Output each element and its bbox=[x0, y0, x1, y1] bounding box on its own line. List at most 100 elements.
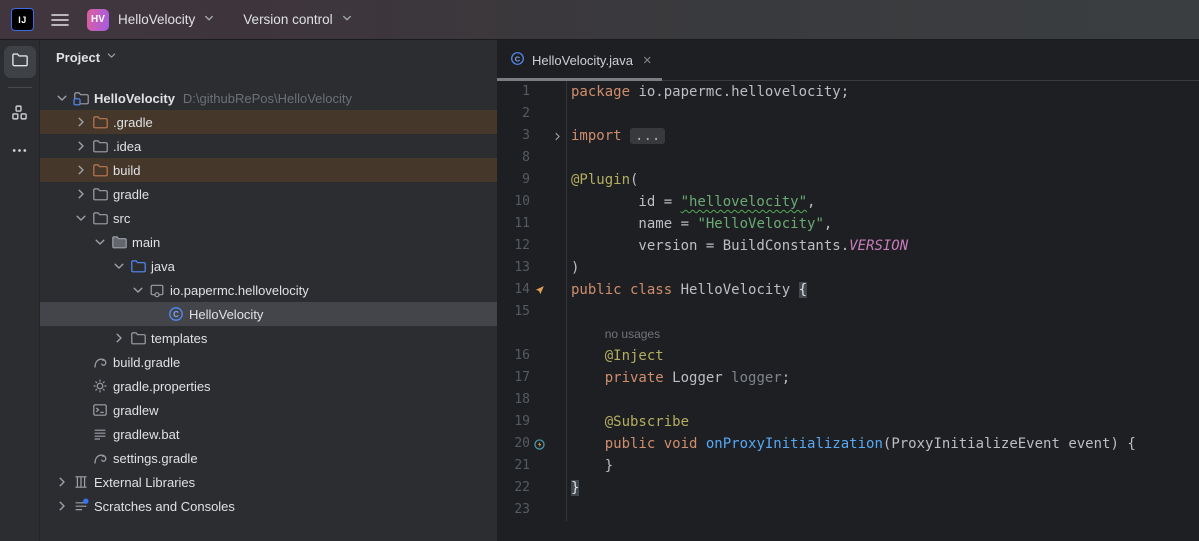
folder-main-icon bbox=[110, 234, 128, 250]
plugin-gutter-icon[interactable] bbox=[530, 279, 549, 301]
gutter-icon-spacer bbox=[530, 213, 549, 235]
code-line-11[interactable]: 11 name = "HelloVelocity", bbox=[497, 213, 1199, 235]
project-selector-button[interactable]: HelloVelocity bbox=[118, 11, 216, 28]
line-number[interactable]: 13 bbox=[497, 257, 530, 279]
code-line-14[interactable]: 14public class HelloVelocity { bbox=[497, 279, 1199, 301]
tree-item-gradle-properties[interactable]: gradle.properties bbox=[40, 374, 497, 398]
tree-item-idea[interactable]: .idea bbox=[40, 134, 497, 158]
tree-item-java[interactable]: java bbox=[40, 254, 497, 278]
code-token: io.papermc.hellovelocity; bbox=[630, 84, 849, 100]
code-line-18[interactable]: 18 bbox=[497, 389, 1199, 411]
close-icon[interactable]: × bbox=[643, 53, 652, 68]
chevron-right-icon[interactable] bbox=[52, 498, 72, 514]
gutter-icon-spacer bbox=[530, 257, 549, 279]
tree-item-path: D:\githubRePos\HelloVelocity bbox=[183, 91, 352, 106]
line-number[interactable]: 18 bbox=[497, 389, 530, 411]
line-number[interactable]: 23 bbox=[497, 499, 530, 521]
code-line-9[interactable]: 9@Plugin( bbox=[497, 169, 1199, 191]
line-number[interactable]: 20 bbox=[497, 433, 530, 455]
code-line-22[interactable]: 22} bbox=[497, 477, 1199, 499]
tree-item-gradlew[interactable]: gradlew bbox=[40, 398, 497, 422]
code-line-10[interactable]: 10 id = "hellovelocity", bbox=[497, 191, 1199, 213]
tree-item-gradle[interactable]: .gradle bbox=[40, 110, 497, 134]
tree-item-build[interactable]: build bbox=[40, 158, 497, 182]
code-line-8[interactable]: 8 bbox=[497, 147, 1199, 169]
editor-gutter: 11 bbox=[497, 213, 567, 235]
project-badge[interactable]: HV bbox=[87, 9, 109, 31]
chevron-down-icon[interactable] bbox=[71, 210, 91, 226]
more-tool-windows-button[interactable] bbox=[4, 137, 36, 169]
chevron-right-icon[interactable] bbox=[71, 114, 91, 130]
editor-tab[interactable]: C HelloVelocity.java × bbox=[497, 40, 662, 80]
gear-icon bbox=[91, 378, 109, 394]
line-number[interactable]: 16 bbox=[497, 345, 530, 367]
code-line-19[interactable]: 19 @Subscribe bbox=[497, 411, 1199, 433]
code-line-23[interactable]: 23 bbox=[497, 499, 1199, 521]
tree-item-hellovelocity[interactable]: CHelloVelocity bbox=[40, 302, 497, 326]
chevron-down-icon[interactable] bbox=[52, 90, 72, 106]
project-toolwindow-button[interactable] bbox=[4, 46, 36, 78]
tree-item-templates[interactable]: templates bbox=[40, 326, 497, 350]
line-number[interactable]: 9 bbox=[497, 169, 530, 191]
code-line-15[interactable]: 15 bbox=[497, 301, 1199, 323]
package-icon bbox=[148, 282, 166, 298]
line-number[interactable]: 14 bbox=[497, 279, 530, 301]
tree-item-io-papermc-hellovelocity[interactable]: io.papermc.hellovelocity bbox=[40, 278, 497, 302]
structure-toolwindow-button[interactable] bbox=[4, 99, 36, 131]
line-number[interactable]: 21 bbox=[497, 455, 530, 477]
textfile-icon bbox=[91, 426, 109, 442]
tree-item-hellovelocity[interactable]: HelloVelocityD:\githubRePos\HelloVelocit… bbox=[40, 86, 497, 110]
line-number[interactable]: 1 bbox=[497, 81, 530, 103]
chevron-down-icon[interactable] bbox=[128, 282, 148, 298]
line-number[interactable]: 10 bbox=[497, 191, 530, 213]
code-editor[interactable]: 1package io.papermc.hellovelocity;23impo… bbox=[497, 81, 1199, 521]
line-number[interactable]: 3 bbox=[497, 125, 530, 147]
tree-item-build-gradle[interactable]: build.gradle bbox=[40, 350, 497, 374]
line-number[interactable]: 15 bbox=[497, 301, 530, 323]
tree-item-settings-gradle[interactable]: settings.gradle bbox=[40, 446, 497, 470]
code-token: import bbox=[571, 128, 622, 144]
tree-item-gradle[interactable]: gradle bbox=[40, 182, 497, 206]
line-number[interactable]: 8 bbox=[497, 147, 530, 169]
chevron-right-icon[interactable] bbox=[109, 330, 129, 346]
fold-arrow-icon[interactable] bbox=[549, 125, 566, 147]
chevron-right-icon[interactable] bbox=[71, 162, 91, 178]
code-line-20[interactable]: 20 public void onProxyInitialization(Pro… bbox=[497, 433, 1199, 455]
fold-spacer bbox=[549, 213, 566, 235]
code-line-3[interactable]: 3import ... bbox=[497, 125, 1199, 147]
version-control-menu[interactable]: Version control bbox=[243, 11, 353, 28]
intellij-logo-icon[interactable]: IJ bbox=[11, 8, 34, 31]
code-token: id = bbox=[571, 194, 681, 210]
code-line-text bbox=[567, 301, 571, 323]
line-number[interactable]: 17 bbox=[497, 367, 530, 389]
project-panel-header[interactable]: Project bbox=[40, 40, 497, 74]
code-line-13[interactable]: 13) bbox=[497, 257, 1199, 279]
line-number[interactable] bbox=[497, 323, 530, 345]
code-inlay-line[interactable]: no usages bbox=[497, 323, 1199, 345]
line-number[interactable]: 19 bbox=[497, 411, 530, 433]
line-number[interactable]: 11 bbox=[497, 213, 530, 235]
code-token: VERSION bbox=[849, 238, 908, 254]
line-number[interactable]: 12 bbox=[497, 235, 530, 257]
tree-item-main[interactable]: main bbox=[40, 230, 497, 254]
code-line-12[interactable]: 12 version = BuildConstants.VERSION bbox=[497, 235, 1199, 257]
subscribe-gutter-icon[interactable] bbox=[530, 433, 549, 455]
chevron-down-icon[interactable] bbox=[109, 258, 129, 274]
tree-item-scratches-and-consoles[interactable]: Scratches and Consoles bbox=[40, 494, 497, 518]
code-line-21[interactable]: 21 } bbox=[497, 455, 1199, 477]
tree-item-external-libraries[interactable]: External Libraries bbox=[40, 470, 497, 494]
chevron-spacer bbox=[71, 402, 91, 418]
chevron-right-icon[interactable] bbox=[71, 186, 91, 202]
tree-item-gradlew-bat[interactable]: gradlew.bat bbox=[40, 422, 497, 446]
code-line-2[interactable]: 2 bbox=[497, 103, 1199, 125]
tree-item-src[interactable]: src bbox=[40, 206, 497, 230]
hamburger-menu-icon[interactable] bbox=[51, 13, 69, 27]
chevron-right-icon[interactable] bbox=[52, 474, 72, 490]
chevron-down-icon[interactable] bbox=[90, 234, 110, 250]
line-number[interactable]: 22 bbox=[497, 477, 530, 499]
code-line-17[interactable]: 17 private Logger logger; bbox=[497, 367, 1199, 389]
code-line-1[interactable]: 1package io.papermc.hellovelocity; bbox=[497, 81, 1199, 103]
code-line-16[interactable]: 16 @Inject bbox=[497, 345, 1199, 367]
line-number[interactable]: 2 bbox=[497, 103, 530, 125]
chevron-right-icon[interactable] bbox=[71, 138, 91, 154]
